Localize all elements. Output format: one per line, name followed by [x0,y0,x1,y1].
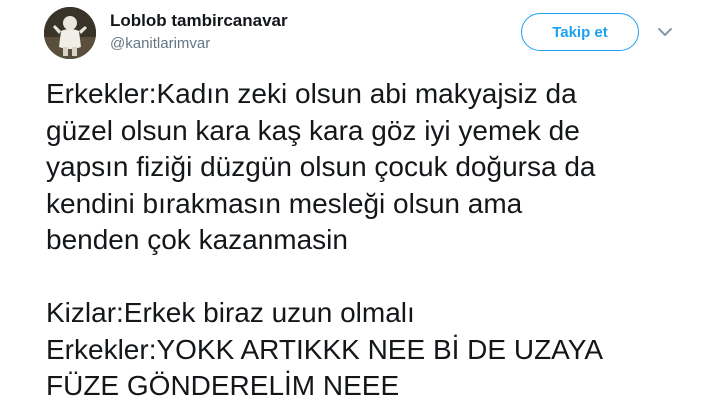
tweet-line: güzel olsun kara kaş kara göz iyi yemek … [46,114,580,146]
user-display-name[interactable]: Loblob tambircanavar [110,11,288,31]
tweet-line: benden çok kazanmasin [46,224,348,255]
tweet-line: kendini bırakmasın mesleği olsun ama [46,187,523,219]
tweet-card: Loblob tambircanavar @kanitlarimvar Taki… [0,0,720,418]
chevron-down-icon [658,28,672,36]
user-avatar-icon [44,7,96,59]
follow-button[interactable]: Takip et [521,13,639,51]
tweet-line: Erkekler:YOKK ARTIKKK NEE Bİ DE UZAYA [46,333,604,365]
tweet-text: Erkekler:Kadın zeki olsun abi makyajsiz … [46,76,706,405]
avatar[interactable] [44,7,96,59]
user-handle[interactable]: @kanitlarimvar [110,35,210,52]
tweet-line: FÜZE GÖNDERELİM NEEE [46,370,400,401]
tweet-line: Kizlar:Erkek biraz uzun olmalı [46,297,415,328]
tweet-line: yapsın fiziği düzgün olsun çocuk doğursa… [46,151,596,182]
more-menu-button[interactable] [655,22,675,42]
tweet-line: Erkekler:Kadın zeki olsun abi makyajsiz … [46,78,577,109]
